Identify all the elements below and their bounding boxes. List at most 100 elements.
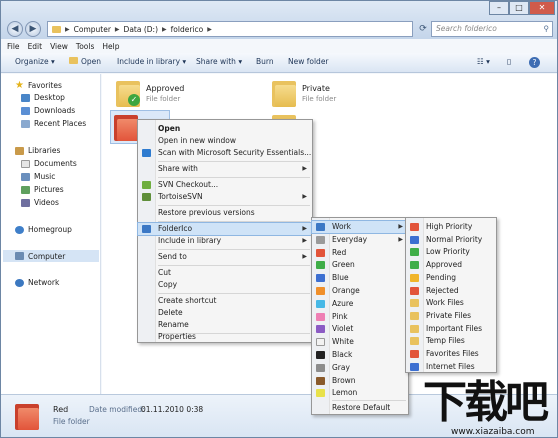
view-options-icon[interactable]: ☷ ▾ (477, 57, 490, 66)
search-input[interactable]: Search folderico ⚲ (431, 21, 553, 37)
menu-item-favorites-files[interactable]: Favorites Files (406, 348, 496, 360)
menu-edit[interactable]: Edit (28, 42, 43, 51)
menu-item-internet-files[interactable]: Internet Files (406, 361, 496, 373)
menu-item-low-priority[interactable]: Low Priority (406, 246, 496, 258)
chevron-right-icon: ▶ (65, 25, 70, 33)
approved-folder-icon (410, 261, 419, 270)
menu-label: Approved (426, 260, 462, 270)
menu-item-pink[interactable]: Pink (312, 311, 408, 323)
context-menu: Open Open in new window Scan with Micros… (137, 119, 313, 343)
help-icon[interactable]: ? (529, 57, 540, 68)
address-bar[interactable]: ▶ Computer ▶ Data (D:) ▶ folderico ▶ (47, 21, 413, 37)
nav-music[interactable]: Music (21, 172, 55, 181)
favorites-files-folder-icon (410, 350, 419, 358)
music-icon (21, 172, 30, 181)
chevron-right-icon: ▶ (302, 193, 307, 200)
menu-item-approved[interactable]: Approved (406, 259, 496, 271)
breadcrumb-computer[interactable]: Computer (74, 25, 111, 34)
menu-item-rename[interactable]: Rename (138, 319, 312, 331)
menu-item-restore-previous[interactable]: Restore previous versions (138, 207, 312, 219)
burn-button[interactable]: Burn (256, 57, 274, 66)
nav-documents[interactable]: Documents (21, 159, 77, 168)
open-button[interactable]: Open (69, 57, 101, 66)
menu-item-high-priority[interactable]: High Priority (406, 221, 496, 233)
folderico-icon (142, 225, 151, 233)
menu-file[interactable]: File (7, 42, 20, 51)
folder-red-icon[interactable] (114, 113, 138, 141)
file-name[interactable]: Approved (146, 84, 184, 93)
nav-pictures[interactable]: Pictures (21, 185, 64, 194)
menu-item-copy[interactable]: Copy (138, 279, 312, 291)
minimize-button[interactable]: – (489, 1, 509, 15)
menu-item-work-files[interactable]: Work Files (406, 297, 496, 309)
menu-item-brown[interactable]: Brown (312, 375, 408, 387)
file-name[interactable]: Private (302, 84, 330, 93)
star-icon: ★ (15, 80, 24, 91)
close-button[interactable]: ✕ (529, 1, 555, 15)
nav-desktop[interactable]: Desktop (21, 93, 65, 102)
menu-item-delete[interactable]: Delete (138, 307, 312, 319)
recent-places-icon (21, 119, 30, 128)
new-folder-button[interactable]: New folder (288, 57, 329, 66)
menu-item-work[interactable]: Work ▶ (311, 220, 409, 234)
watermark-logo-text: 下载吧 (423, 377, 549, 428)
menu-item-temp-files[interactable]: Temp Files (406, 335, 496, 347)
menu-item-white[interactable]: White (312, 336, 408, 348)
organize-button[interactable]: Organize ▾ (15, 57, 55, 66)
menu-label: Send to (158, 252, 187, 261)
nav-computer[interactable]: Computer (3, 250, 99, 262)
menu-item-open[interactable]: Open (138, 123, 312, 135)
menu-item-scan[interactable]: Scan with Microsoft Security Essentials.… (138, 147, 312, 159)
share-with-button[interactable]: Share with ▾ (196, 57, 242, 66)
menu-item-include-library[interactable]: Include in library ▶ (138, 235, 312, 247)
menu-item-share-with[interactable]: Share with ▶ (138, 163, 312, 175)
nav-favorites[interactable]: ★ Favorites (15, 80, 62, 91)
menu-item-black[interactable]: Black (312, 349, 408, 361)
nav-label: Homegroup (28, 225, 72, 234)
menu-item-everyday[interactable]: Everyday ▶ (312, 234, 408, 246)
menu-item-send-to[interactable]: Send to ▶ (138, 251, 312, 263)
menu-help[interactable]: Help (102, 42, 119, 51)
menu-item-important-files[interactable]: Important Files (406, 323, 496, 335)
menu-item-rejected[interactable]: Rejected (406, 285, 496, 297)
folder-private-icon[interactable] (272, 79, 296, 107)
forward-button[interactable]: ▶ (25, 21, 41, 37)
menu-item-green[interactable]: Green (312, 259, 408, 271)
menu-item-red[interactable]: Red (312, 247, 408, 259)
menu-item-gray[interactable]: Gray (312, 362, 408, 374)
menu-item-folderico[interactable]: FolderIco ▶ (137, 222, 313, 236)
menu-item-normal-priority[interactable]: Normal Priority (406, 234, 496, 246)
menu-item-lemon[interactable]: Lemon (312, 387, 408, 399)
menu-item-azure[interactable]: Azure (312, 298, 408, 310)
menu-label: Azure (332, 298, 354, 308)
menu-item-open-new-window[interactable]: Open in new window (138, 135, 312, 147)
menu-item-orange[interactable]: Orange (312, 285, 408, 297)
menu-item-create-shortcut[interactable]: Create shortcut (138, 295, 312, 307)
nav-label: Network (28, 278, 60, 287)
include-library-button[interactable]: Include in library ▾ (117, 57, 186, 66)
menu-item-properties[interactable]: Properties (138, 331, 312, 343)
menu-view[interactable]: View (50, 42, 68, 51)
breadcrumb-data-drive[interactable]: Data (D:) (124, 25, 158, 34)
menu-item-svn-checkout[interactable]: SVN Checkout... (138, 179, 312, 191)
nav-network[interactable]: Network (15, 278, 59, 287)
folder-approved-icon[interactable]: ✓ (116, 79, 140, 107)
back-button[interactable]: ◀ (7, 21, 23, 37)
menu-item-private-files[interactable]: Private Files (406, 310, 496, 322)
menu-item-tortoisesvn[interactable]: TortoiseSVN ▶ (138, 191, 312, 203)
menu-item-cut[interactable]: Cut (138, 267, 312, 279)
breadcrumb-folderico[interactable]: folderico (171, 25, 204, 34)
maximize-button[interactable]: □ (509, 1, 529, 15)
menu-item-violet[interactable]: Violet (312, 323, 408, 335)
nav-recent-places[interactable]: Recent Places (21, 119, 86, 128)
menu-item-pending[interactable]: Pending (406, 272, 496, 284)
menu-item-restore-default[interactable]: Restore Default (312, 402, 408, 414)
nav-libraries[interactable]: Libraries (15, 146, 60, 155)
menu-tools[interactable]: Tools (76, 42, 94, 51)
nav-homegroup[interactable]: Homegroup (15, 225, 72, 234)
nav-videos[interactable]: Videos (21, 198, 59, 207)
menu-item-blue[interactable]: Blue (312, 272, 408, 284)
preview-pane-icon[interactable]: ▯ (507, 57, 511, 66)
refresh-icon[interactable]: ⟳ (415, 21, 431, 37)
nav-downloads[interactable]: Downloads (21, 106, 75, 115)
